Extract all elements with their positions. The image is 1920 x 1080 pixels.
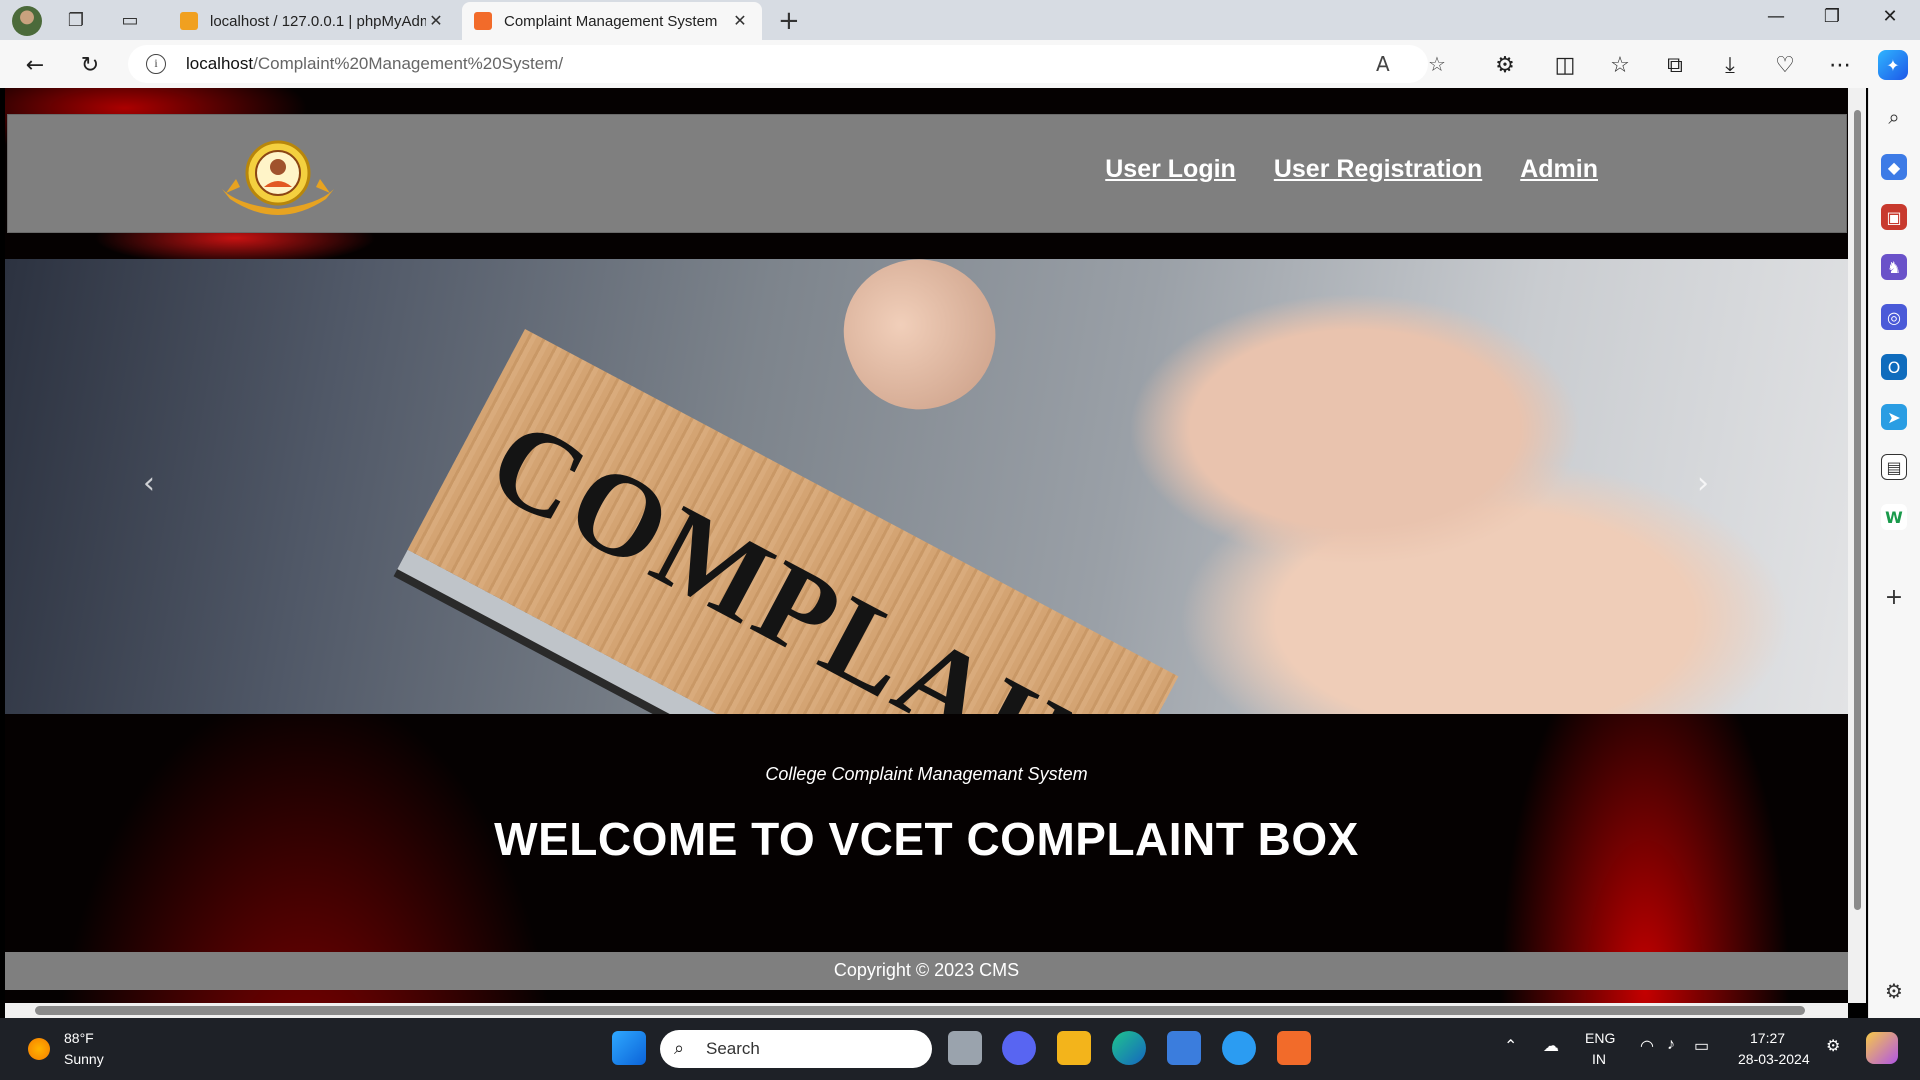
college-logo [222, 140, 334, 215]
url-text: localhost/Complaint%20Management%20Syste… [186, 54, 564, 73]
tab-title: Complaint Management System [504, 12, 718, 30]
user-registration-link[interactable]: User Registration [1274, 155, 1482, 184]
carousel-prev-icon[interactable]: ‹ [143, 466, 155, 501]
close-tab-icon[interactable]: ✕ [426, 11, 446, 31]
profile-avatar[interactable] [12, 6, 42, 36]
sidebar-games-icon[interactable]: ♞ [1881, 254, 1907, 280]
phpmyadmin-favicon-icon [180, 12, 198, 30]
close-tab-icon[interactable]: ✕ [730, 11, 750, 31]
weather-sun-icon[interactable] [28, 1038, 50, 1060]
sidebar-tools-icon[interactable]: ▣ [1881, 204, 1907, 230]
windows-taskbar: 88°F Sunny ⌕ Search ⌃ ☁ ENG IN ◠ ♪ ▭ 17:… [0, 1018, 1920, 1080]
show-hidden-icons[interactable]: ⌃ [1504, 1036, 1517, 1056]
window-close-icon[interactable]: ✕ [1870, 6, 1910, 27]
site-footer: Copyright © 2023 CMS [5, 952, 1848, 990]
taskbar-search[interactable]: ⌕ Search [660, 1030, 932, 1068]
edge-sidebar: ⌕ ◆ ▣ ♞ ◎ O ➤ ▤ W + ⚙ [1868, 88, 1920, 1018]
browser-tab-strip: ❐ ▭ localhost / 127.0.0.1 | phpMyAdmin ✕… [0, 0, 1920, 40]
user-login-link[interactable]: User Login [1105, 155, 1236, 184]
site-info-icon[interactable]: i [146, 54, 166, 74]
battery-icon[interactable]: ▭ [1694, 1036, 1709, 1056]
minimize-icon[interactable]: — [1756, 6, 1796, 27]
sidebar-shopping-icon[interactable]: ◆ [1881, 154, 1907, 180]
store-icon[interactable] [1167, 1031, 1201, 1065]
xampp-taskbar-icon[interactable] [1277, 1031, 1311, 1065]
copilot-icon[interactable]: ✦ [1878, 50, 1908, 80]
screen: ❐ ▭ localhost / 127.0.0.1 | phpMyAdmin ✕… [0, 0, 1920, 1080]
teams-chat-icon[interactable] [1002, 1031, 1036, 1065]
sidebar-w3-icon[interactable]: W [1881, 504, 1907, 530]
focus-icon[interactable]: ⚙ [1826, 1036, 1840, 1056]
weather-desc[interactable]: Sunny [64, 1051, 104, 1067]
start-icon[interactable] [612, 1031, 646, 1065]
vertical-scrollbar-thumb[interactable] [1854, 110, 1861, 910]
favorite-star-icon[interactable]: ☆ [1428, 52, 1446, 76]
welcome-subtitle: College Complaint Managemant System [765, 764, 1088, 784]
read-aloud-icon[interactable]: A [1376, 52, 1390, 76]
new-tab-icon[interactable]: + [778, 6, 800, 36]
site-nav: User Login User Registration Admin [1105, 155, 1598, 184]
sidebar-send-icon[interactable]: ➤ [1881, 404, 1907, 430]
downloads-icon[interactable]: ⤓ [1715, 50, 1745, 80]
volume-icon[interactable]: ♪ [1667, 1036, 1675, 1054]
horizontal-scrollbar[interactable] [5, 1003, 1848, 1018]
sidebar-copilot-icon[interactable]: ◎ [1881, 304, 1907, 330]
sidebar-add-icon[interactable]: + [1881, 584, 1907, 610]
sidebar-calendar-icon[interactable]: ▤ [1881, 454, 1907, 480]
browser-essentials-icon[interactable]: ♡ [1770, 50, 1800, 80]
favorites-icon[interactable]: ☆ [1605, 50, 1635, 80]
address-bar[interactable]: i localhost/Complaint%20Management%20Sys… [128, 45, 1446, 83]
site-header: User Login User Registration Admin [7, 114, 1847, 233]
clock-date[interactable]: 28-03-2024 [1738, 1051, 1810, 1067]
split-screen-icon[interactable]: ◫ [1550, 50, 1580, 80]
thumb-illustration [823, 259, 1017, 431]
page-viewport: User Login User Registration Admin COMPL… [5, 88, 1848, 1003]
extensions-icon[interactable]: ⚙ [1490, 50, 1520, 80]
carousel-next-icon[interactable]: › [1697, 466, 1709, 501]
welcome-title: WELCOME TO VCET COMPLAINT BOX [494, 813, 1359, 865]
refresh-icon[interactable]: ↻ [75, 50, 105, 80]
copilot-taskbar-icon[interactable] [1866, 1032, 1898, 1064]
stamp-text: COMPLAINT [469, 393, 1212, 714]
restore-icon[interactable]: ❐ [1812, 6, 1852, 27]
get-help-icon[interactable] [1222, 1031, 1256, 1065]
search-icon: ⌕ [674, 1038, 685, 1058]
language-line1[interactable]: ENG [1585, 1030, 1615, 1046]
admin-link[interactable]: Admin [1520, 155, 1598, 184]
search-label: Search [706, 1039, 760, 1058]
weather-temp[interactable]: 88°F [64, 1030, 94, 1046]
browser-toolbar: ← ↻ i localhost/Complaint%20Management%2… [0, 40, 1920, 88]
complaint-stamp-image: COMPLAINT [407, 329, 1211, 714]
sidebar-search-icon[interactable]: ⌕ [1881, 104, 1907, 130]
workspaces-icon[interactable]: ❐ [64, 8, 88, 32]
tab-complaint-system[interactable]: Complaint Management System ✕ [462, 2, 762, 40]
edge-taskbar-icon[interactable] [1112, 1031, 1146, 1065]
sidebar-outlook-icon[interactable]: O [1881, 354, 1907, 380]
file-explorer-icon[interactable] [1057, 1031, 1091, 1065]
more-menu-icon[interactable]: ⋯ [1825, 50, 1855, 80]
language-line2[interactable]: IN [1592, 1051, 1606, 1067]
xampp-favicon-icon [474, 12, 492, 30]
tab-phpmyadmin[interactable]: localhost / 127.0.0.1 | phpMyAdmin ✕ [168, 2, 458, 40]
task-view-icon[interactable] [948, 1031, 982, 1065]
vertical-scrollbar[interactable] [1848, 88, 1866, 1003]
horizontal-scrollbar-thumb[interactable] [35, 1006, 1805, 1015]
sidebar-settings-icon[interactable]: ⚙ [1881, 978, 1907, 1004]
tab-actions-icon[interactable]: ▭ [118, 8, 142, 32]
collections-icon[interactable]: ⧉ [1660, 50, 1690, 80]
onedrive-icon[interactable]: ☁ [1543, 1036, 1559, 1056]
wifi-icon[interactable]: ◠ [1640, 1036, 1654, 1056]
clock-time[interactable]: 17:27 [1750, 1030, 1785, 1046]
back-icon[interactable]: ← [20, 50, 50, 80]
tab-title: localhost / 127.0.0.1 | phpMyAdmin [210, 12, 426, 30]
hero-carousel: COMPLAINT ‹ › [5, 259, 1848, 714]
